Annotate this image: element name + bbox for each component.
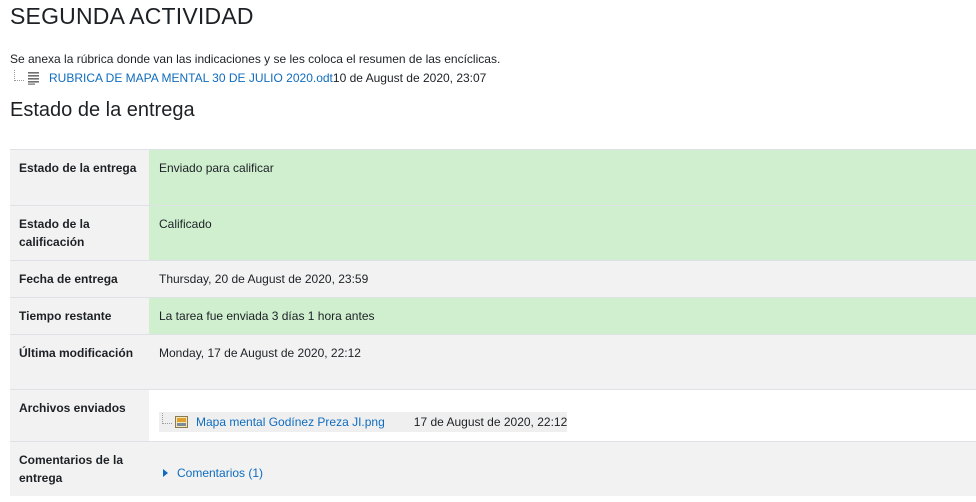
tree-connector (162, 412, 172, 424)
rubric-file-link[interactable]: RUBRICA DE MAPA MENTAL 30 DE JULIO 2020.… (49, 71, 333, 85)
submitted-files-row: Archivos enviados Mapa mental Godínez Pr… (10, 389, 976, 442)
last-modified-value: Monday, 17 de August de 2020, 22:12 (149, 334, 976, 390)
row-label: Última modificación (10, 334, 149, 390)
page-title: SEGUNDA ACTIVIDAD (10, 3, 254, 29)
tree-connector (14, 69, 24, 81)
caret-right-icon (163, 469, 168, 477)
submission-status-value: Enviado para calificar (149, 149, 976, 206)
comments-link[interactable]: Comentarios (1) (177, 464, 263, 482)
activity-description: Se anexa la rúbrica donde van las indica… (10, 52, 501, 66)
row-label: Estado de la calificación (10, 205, 149, 261)
row-label: Estado de la entrega (10, 149, 149, 206)
row-label: Fecha de entrega (10, 260, 149, 298)
comments-toggle[interactable]: Comentarios (1) (159, 464, 263, 482)
grading-status-row: Estado de la calificación Calificado (10, 205, 976, 261)
document-icon (28, 72, 39, 85)
intro-attachment: RUBRICA DE MAPA MENTAL 30 DE JULIO 2020.… (14, 69, 486, 87)
time-remaining-row: Tiempo restante La tarea fue enviada 3 d… (10, 297, 976, 335)
submission-status-heading: Estado de la entrega (10, 99, 195, 121)
submitted-file-item: Mapa mental Godínez Preza JI.png 17 de A… (159, 412, 568, 432)
row-label: Archivos enviados (10, 389, 149, 442)
submitted-file-link[interactable]: Mapa mental Godínez Preza JI.png (196, 413, 385, 431)
submission-status-table: Estado de la entrega Enviado para califi… (10, 149, 976, 496)
comments-row: Comentarios de la entrega Comentarios (1… (10, 441, 976, 496)
image-file-icon (175, 416, 188, 428)
row-label: Comentarios de la entrega (10, 441, 149, 496)
due-date-row: Fecha de entrega Thursday, 20 de August … (10, 260, 976, 298)
last-modified-row: Última modificación Monday, 17 de August… (10, 334, 976, 390)
submitted-file-date: 17 de August de 2020, 22:12 (413, 415, 568, 429)
submission-status-row: Estado de la entrega Enviado para califi… (10, 149, 976, 206)
comments-cell: Comentarios (1) (149, 441, 976, 496)
grading-status-value: Calificado (149, 205, 976, 261)
time-remaining-value: La tarea fue enviada 3 días 1 hora antes (149, 297, 976, 335)
row-label: Tiempo restante (10, 297, 149, 335)
submitted-files-cell: Mapa mental Godínez Preza JI.png 17 de A… (149, 389, 976, 442)
due-date-value: Thursday, 20 de August de 2020, 23:59 (149, 260, 976, 298)
rubric-file-date: 10 de August de 2020, 23:07 (332, 71, 487, 85)
